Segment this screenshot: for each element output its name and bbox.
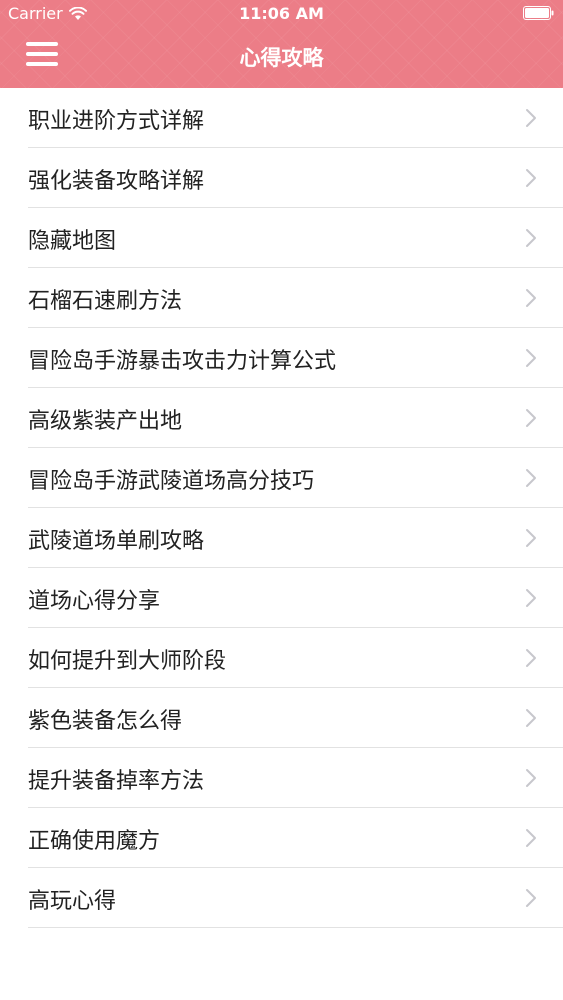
list-item[interactable]: 紫色装备怎么得	[28, 688, 563, 748]
list-item[interactable]: 冒险岛手游武陵道场高分技巧	[28, 448, 563, 508]
app-screen: Carrier 11:06 AM 心得攻略 职业进阶方式详解 强化装备攻略详解 …	[0, 0, 563, 1000]
list-item[interactable]: 隐藏地图	[28, 208, 563, 268]
list-item[interactable]: 强化装备攻略详解	[28, 148, 563, 208]
list-item-label: 武陵道场单刷攻略	[28, 529, 205, 554]
chevron-right-icon	[526, 769, 536, 787]
list-item[interactable]: 高玩心得	[28, 868, 563, 928]
header: Carrier 11:06 AM 心得攻略	[0, 0, 563, 88]
chevron-right-icon	[526, 889, 536, 907]
list-item[interactable]: 道场心得分享	[28, 568, 563, 628]
list-item-label: 职业进阶方式详解	[28, 109, 205, 134]
chevron-right-icon	[526, 829, 536, 847]
chevron-right-icon	[526, 589, 536, 607]
list-item-label: 隐藏地图	[28, 229, 117, 254]
chevron-right-icon	[526, 109, 536, 127]
list-item-label: 紫色装备怎么得	[28, 709, 183, 734]
chevron-right-icon	[526, 529, 536, 547]
list-item[interactable]: 石榴石速刷方法	[28, 268, 563, 328]
list-item-label: 高级紫装产出地	[28, 409, 183, 434]
list-item[interactable]: 冒险岛手游暴击攻击力计算公式	[28, 328, 563, 388]
list-item-label: 高玩心得	[28, 889, 117, 914]
chevron-right-icon	[526, 349, 536, 367]
list-item[interactable]: 提升装备掉率方法	[28, 748, 563, 808]
chevron-right-icon	[526, 409, 536, 427]
list-item[interactable]: 正确使用魔方	[28, 808, 563, 868]
chevron-right-icon	[526, 169, 536, 187]
list-item-label: 提升装备掉率方法	[28, 769, 205, 794]
list-item[interactable]: 高级紫装产出地	[28, 388, 563, 448]
battery-icon	[523, 6, 554, 20]
guide-list: 职业进阶方式详解 强化装备攻略详解 隐藏地图石榴石速刷方法冒险岛手游暴击攻击力计算公…	[0, 88, 563, 928]
status-bar: Carrier 11:06 AM	[0, 0, 563, 28]
list-item-label: 石榴石速刷方法	[28, 289, 183, 314]
list-item-label: 正确使用魔方	[28, 829, 161, 854]
chevron-right-icon	[526, 649, 536, 667]
page-title: 心得攻略	[239, 46, 324, 70]
chevron-right-icon	[526, 709, 536, 727]
chevron-right-icon	[526, 229, 536, 247]
chevron-right-icon	[526, 289, 536, 307]
navigation-bar: 心得攻略	[0, 28, 563, 88]
list-item-label: 如何提升到大师阶段	[28, 649, 227, 674]
chevron-right-icon	[526, 469, 536, 487]
list-item-label: 强化装备攻略详解	[28, 169, 205, 194]
list-item-label: 道场心得分享	[28, 589, 161, 614]
list-item-label: 冒险岛手游暴击攻击力计算公式	[28, 349, 337, 374]
status-time: 11:06 AM	[239, 4, 324, 23]
list-item[interactable]: 武陵道场单刷攻略	[28, 508, 563, 568]
list-item-label: 冒险岛手游武陵道场高分技巧	[28, 469, 315, 494]
list-item[interactable]: 职业进阶方式详解	[28, 88, 563, 148]
list-item[interactable]: 如何提升到大师阶段	[28, 628, 563, 688]
